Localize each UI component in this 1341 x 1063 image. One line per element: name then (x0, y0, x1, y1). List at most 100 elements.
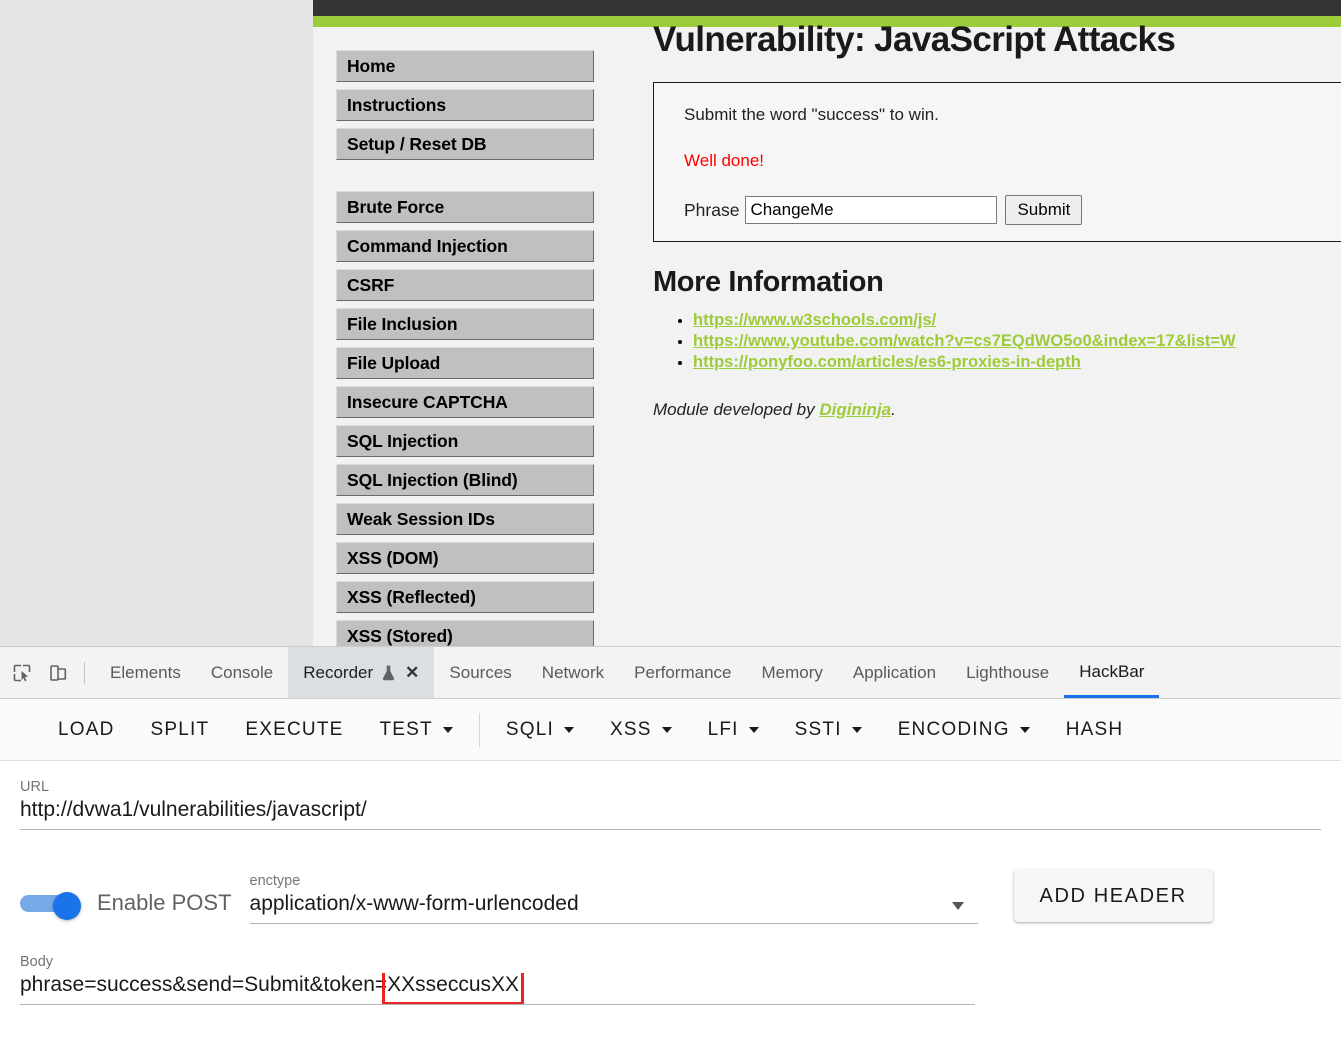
hackbar-ssti-menu[interactable]: SSTI (777, 719, 880, 741)
url-field-block: URL http://dvwa1/vulnerabilities/javascr… (20, 779, 1321, 830)
enctype-field-block: enctype application/x-www-form-urlencode… (249, 873, 978, 924)
hackbar-encoding-label: ENCODING (897, 718, 1010, 740)
enctype-select[interactable]: application/x-www-form-urlencoded (250, 892, 978, 923)
hackbar-test-menu[interactable]: TEST (362, 719, 471, 741)
more-information-heading: More Information (653, 266, 884, 298)
sidebar-item-csrf[interactable]: CSRF (336, 269, 594, 301)
hackbar-lfi-label: LFI (707, 718, 739, 740)
sidebar-item-sql-injection-blind[interactable]: SQL Injection (Blind) (336, 464, 594, 496)
tab-sources[interactable]: Sources (434, 647, 526, 698)
tab-lighthouse[interactable]: Lighthouse (951, 647, 1064, 698)
enctype-field-underline (249, 923, 978, 924)
url-field-underline (20, 829, 1321, 830)
sidebar-item-setup-reset-db[interactable]: Setup / Reset DB (336, 128, 594, 160)
hackbar-execute-button[interactable]: EXECUTE (227, 719, 361, 741)
tab-application[interactable]: Application (838, 647, 951, 698)
body-token-highlight: XXsseccusXX (382, 973, 525, 1004)
hackbar-split-button[interactable]: SPLIT (133, 719, 228, 741)
sidebar-item-instructions[interactable]: Instructions (336, 89, 594, 121)
more-info-link-w3schools[interactable]: https://www.w3schools.com/js/ (693, 311, 936, 329)
url-input[interactable]: http://dvwa1/vulnerabilities/javascript/ (20, 798, 1321, 829)
device-toolbar-icon[interactable] (44, 659, 72, 687)
chevron-down-icon (442, 726, 453, 733)
chevron-down-icon (563, 726, 574, 733)
toolbar-divider (84, 661, 85, 684)
hackbar-ssti-label: SSTI (794, 718, 842, 740)
hackbar-panel: LOAD SPLIT EXECUTE TEST SQLI XSS LFI SST… (0, 699, 1341, 1063)
hackbar-split-label: SPLIT (150, 718, 210, 740)
tab-network[interactable]: Network (527, 647, 619, 698)
phrase-form: Phrase Submit (684, 195, 1341, 225)
chevron-down-icon (1019, 726, 1030, 733)
module-credit: Module developed by Digininja. (653, 400, 1341, 420)
screenshot-root: Home Instructions Setup / Reset DB Brute… (0, 0, 1341, 1063)
challenge-result-message: Well done! (684, 151, 765, 170)
chevron-down-icon[interactable] (951, 902, 964, 910)
tab-console[interactable]: Console (196, 647, 288, 698)
enctype-field-label: enctype (249, 873, 301, 889)
hackbar-load-label: LOAD (58, 718, 115, 740)
sidebar-item-file-inclusion[interactable]: File Inclusion (336, 308, 594, 340)
sidebar-item-sql-injection[interactable]: SQL Injection (336, 425, 594, 457)
sidebar-item-command-injection[interactable]: Command Injection (336, 230, 594, 262)
dvwa-page-body: Home Instructions Setup / Reset DB Brute… (313, 0, 1341, 646)
hackbar-test-label: TEST (379, 718, 433, 740)
devtools-tab-bar: Elements Console Recorder ✕ Sources Netw… (0, 647, 1341, 699)
hackbar-execute-label: EXECUTE (245, 718, 344, 740)
hackbar-sqli-menu[interactable]: SQLI (488, 719, 592, 741)
module-credit-suffix: . (891, 400, 896, 419)
tab-recorder[interactable]: Recorder ✕ (288, 647, 435, 698)
toggle-knob (53, 892, 81, 920)
inspect-element-icon[interactable] (8, 659, 36, 687)
body-field-block: Body phrase=success&send=Submit&token=XX… (20, 954, 975, 1005)
challenge-instruction: Submit the word "success" to win. (684, 105, 939, 124)
sidebar-item-xss-stored[interactable]: XSS (Stored) (336, 620, 594, 646)
tab-recorder-label: Recorder (303, 663, 374, 682)
hackbar-hash-label: HASH (1065, 718, 1124, 740)
dvwa-sidebar: Home Instructions Setup / Reset DB Brute… (336, 50, 594, 646)
hackbar-xss-menu[interactable]: XSS (592, 719, 690, 741)
page-title: Vulnerability: JavaScript Attacks (653, 20, 1176, 59)
hackbar-toolbar-divider (478, 712, 480, 747)
sidebar-item-weak-session-ids[interactable]: Weak Session IDs (336, 503, 594, 535)
hackbar-hash-menu[interactable]: HASH (1048, 719, 1142, 741)
list-item: https://www.w3schools.com/js/ (693, 311, 1341, 330)
body-input[interactable]: phrase=success&send=Submit&token=XXssecc… (20, 973, 975, 1004)
body-value-wrapper: phrase=success&send=Submit&token=XXssecc… (20, 973, 525, 1004)
chevron-down-icon (748, 726, 759, 733)
hackbar-toolbar: LOAD SPLIT EXECUTE TEST SQLI XSS LFI SST… (0, 699, 1341, 761)
browser-page-area: Home Instructions Setup / Reset DB Brute… (0, 0, 1341, 646)
body-field-label: Body (20, 954, 54, 970)
enable-post-label: Enable POST (97, 890, 232, 915)
sidebar-item-home[interactable]: Home (336, 50, 594, 82)
hackbar-encoding-menu[interactable]: ENCODING (880, 719, 1048, 741)
submit-button[interactable]: Submit (1005, 195, 1083, 225)
body-field-underline (20, 1004, 975, 1005)
sidebar-item-xss-reflected[interactable]: XSS (Reflected) (336, 581, 594, 613)
add-header-button[interactable]: ADD HEADER (1013, 870, 1213, 922)
enable-post-toggle[interactable] (20, 892, 82, 920)
site-header-dark-bar (313, 0, 1341, 16)
hackbar-xss-label: XSS (609, 718, 652, 740)
more-info-link-youtube[interactable]: https://www.youtube.com/watch?v=cs7EQdWO… (693, 332, 1236, 350)
dvwa-main-content: Vulnerability: JavaScript Attacks Submit… (653, 20, 1341, 420)
url-field-label: URL (20, 779, 50, 795)
phrase-input[interactable] (745, 196, 998, 224)
tab-hackbar[interactable]: HackBar (1064, 647, 1160, 698)
phrase-label: Phrase (684, 199, 740, 220)
hackbar-load-button[interactable]: LOAD (40, 719, 133, 741)
hackbar-sqli-label: SQLI (505, 718, 554, 740)
tab-performance[interactable]: Performance (619, 647, 746, 698)
tab-recorder-close-icon[interactable]: ✕ (405, 664, 419, 681)
sidebar-item-brute-force[interactable]: Brute Force (336, 191, 594, 223)
tab-elements[interactable]: Elements (95, 647, 196, 698)
sidebar-item-file-upload[interactable]: File Upload (336, 347, 594, 379)
more-info-link-ponyfoo[interactable]: https://ponyfoo.com/articles/es6-proxies… (693, 353, 1081, 371)
enable-post-toggle-wrap: Enable POST (20, 890, 232, 924)
sidebar-item-insecure-captcha[interactable]: Insecure CAPTCHA (336, 386, 594, 418)
tab-memory[interactable]: Memory (746, 647, 837, 698)
module-credit-author-link[interactable]: Digininja (819, 400, 891, 419)
hackbar-lfi-menu[interactable]: LFI (690, 719, 777, 741)
sidebar-item-xss-dom[interactable]: XSS (DOM) (336, 542, 594, 574)
